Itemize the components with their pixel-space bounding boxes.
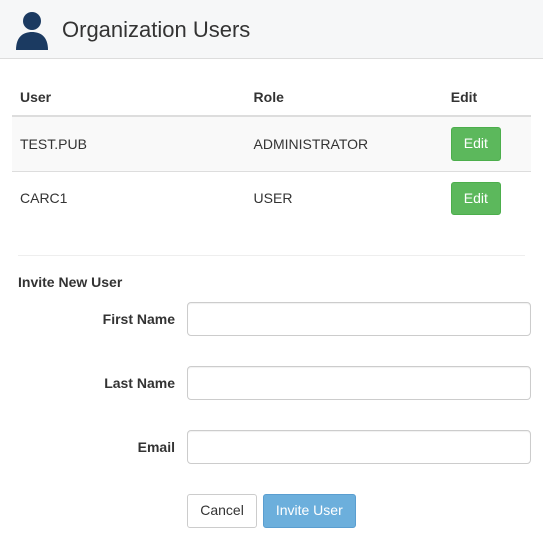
- email-field[interactable]: [187, 430, 531, 464]
- edit-button[interactable]: Edit: [451, 182, 501, 216]
- last-name-label: Last Name: [12, 375, 187, 391]
- form-row-first-name: First Name: [12, 302, 531, 336]
- column-header-edit: Edit: [443, 79, 531, 116]
- column-header-user: User: [12, 79, 246, 116]
- edit-button[interactable]: Edit: [451, 127, 501, 161]
- cell-user: TEST.PUB: [12, 116, 246, 171]
- invite-user-button[interactable]: Invite User: [263, 494, 356, 528]
- content: User Role Edit TEST.PUB ADMINISTRATOR Ed…: [0, 59, 543, 548]
- divider: [18, 255, 525, 256]
- cell-role: USER: [246, 171, 443, 225]
- last-name-field[interactable]: [187, 366, 531, 400]
- users-table: User Role Edit TEST.PUB ADMINISTRATOR Ed…: [12, 79, 531, 225]
- cancel-button[interactable]: Cancel: [187, 494, 257, 528]
- user-icon: [14, 10, 50, 50]
- form-row-email: Email: [12, 430, 531, 464]
- cell-user: CARC1: [12, 171, 246, 225]
- page-header: Organization Users: [0, 0, 543, 59]
- column-header-role: Role: [246, 79, 443, 116]
- first-name-label: First Name: [12, 311, 187, 327]
- table-row: CARC1 USER Edit: [12, 171, 531, 225]
- first-name-field[interactable]: [187, 302, 531, 336]
- email-label: Email: [12, 439, 187, 455]
- button-row: Cancel Invite User: [12, 494, 531, 528]
- invite-section-title: Invite New User: [18, 274, 531, 290]
- cell-role: ADMINISTRATOR: [246, 116, 443, 171]
- page-title: Organization Users: [62, 17, 250, 43]
- table-row: TEST.PUB ADMINISTRATOR Edit: [12, 116, 531, 171]
- form-row-last-name: Last Name: [12, 366, 531, 400]
